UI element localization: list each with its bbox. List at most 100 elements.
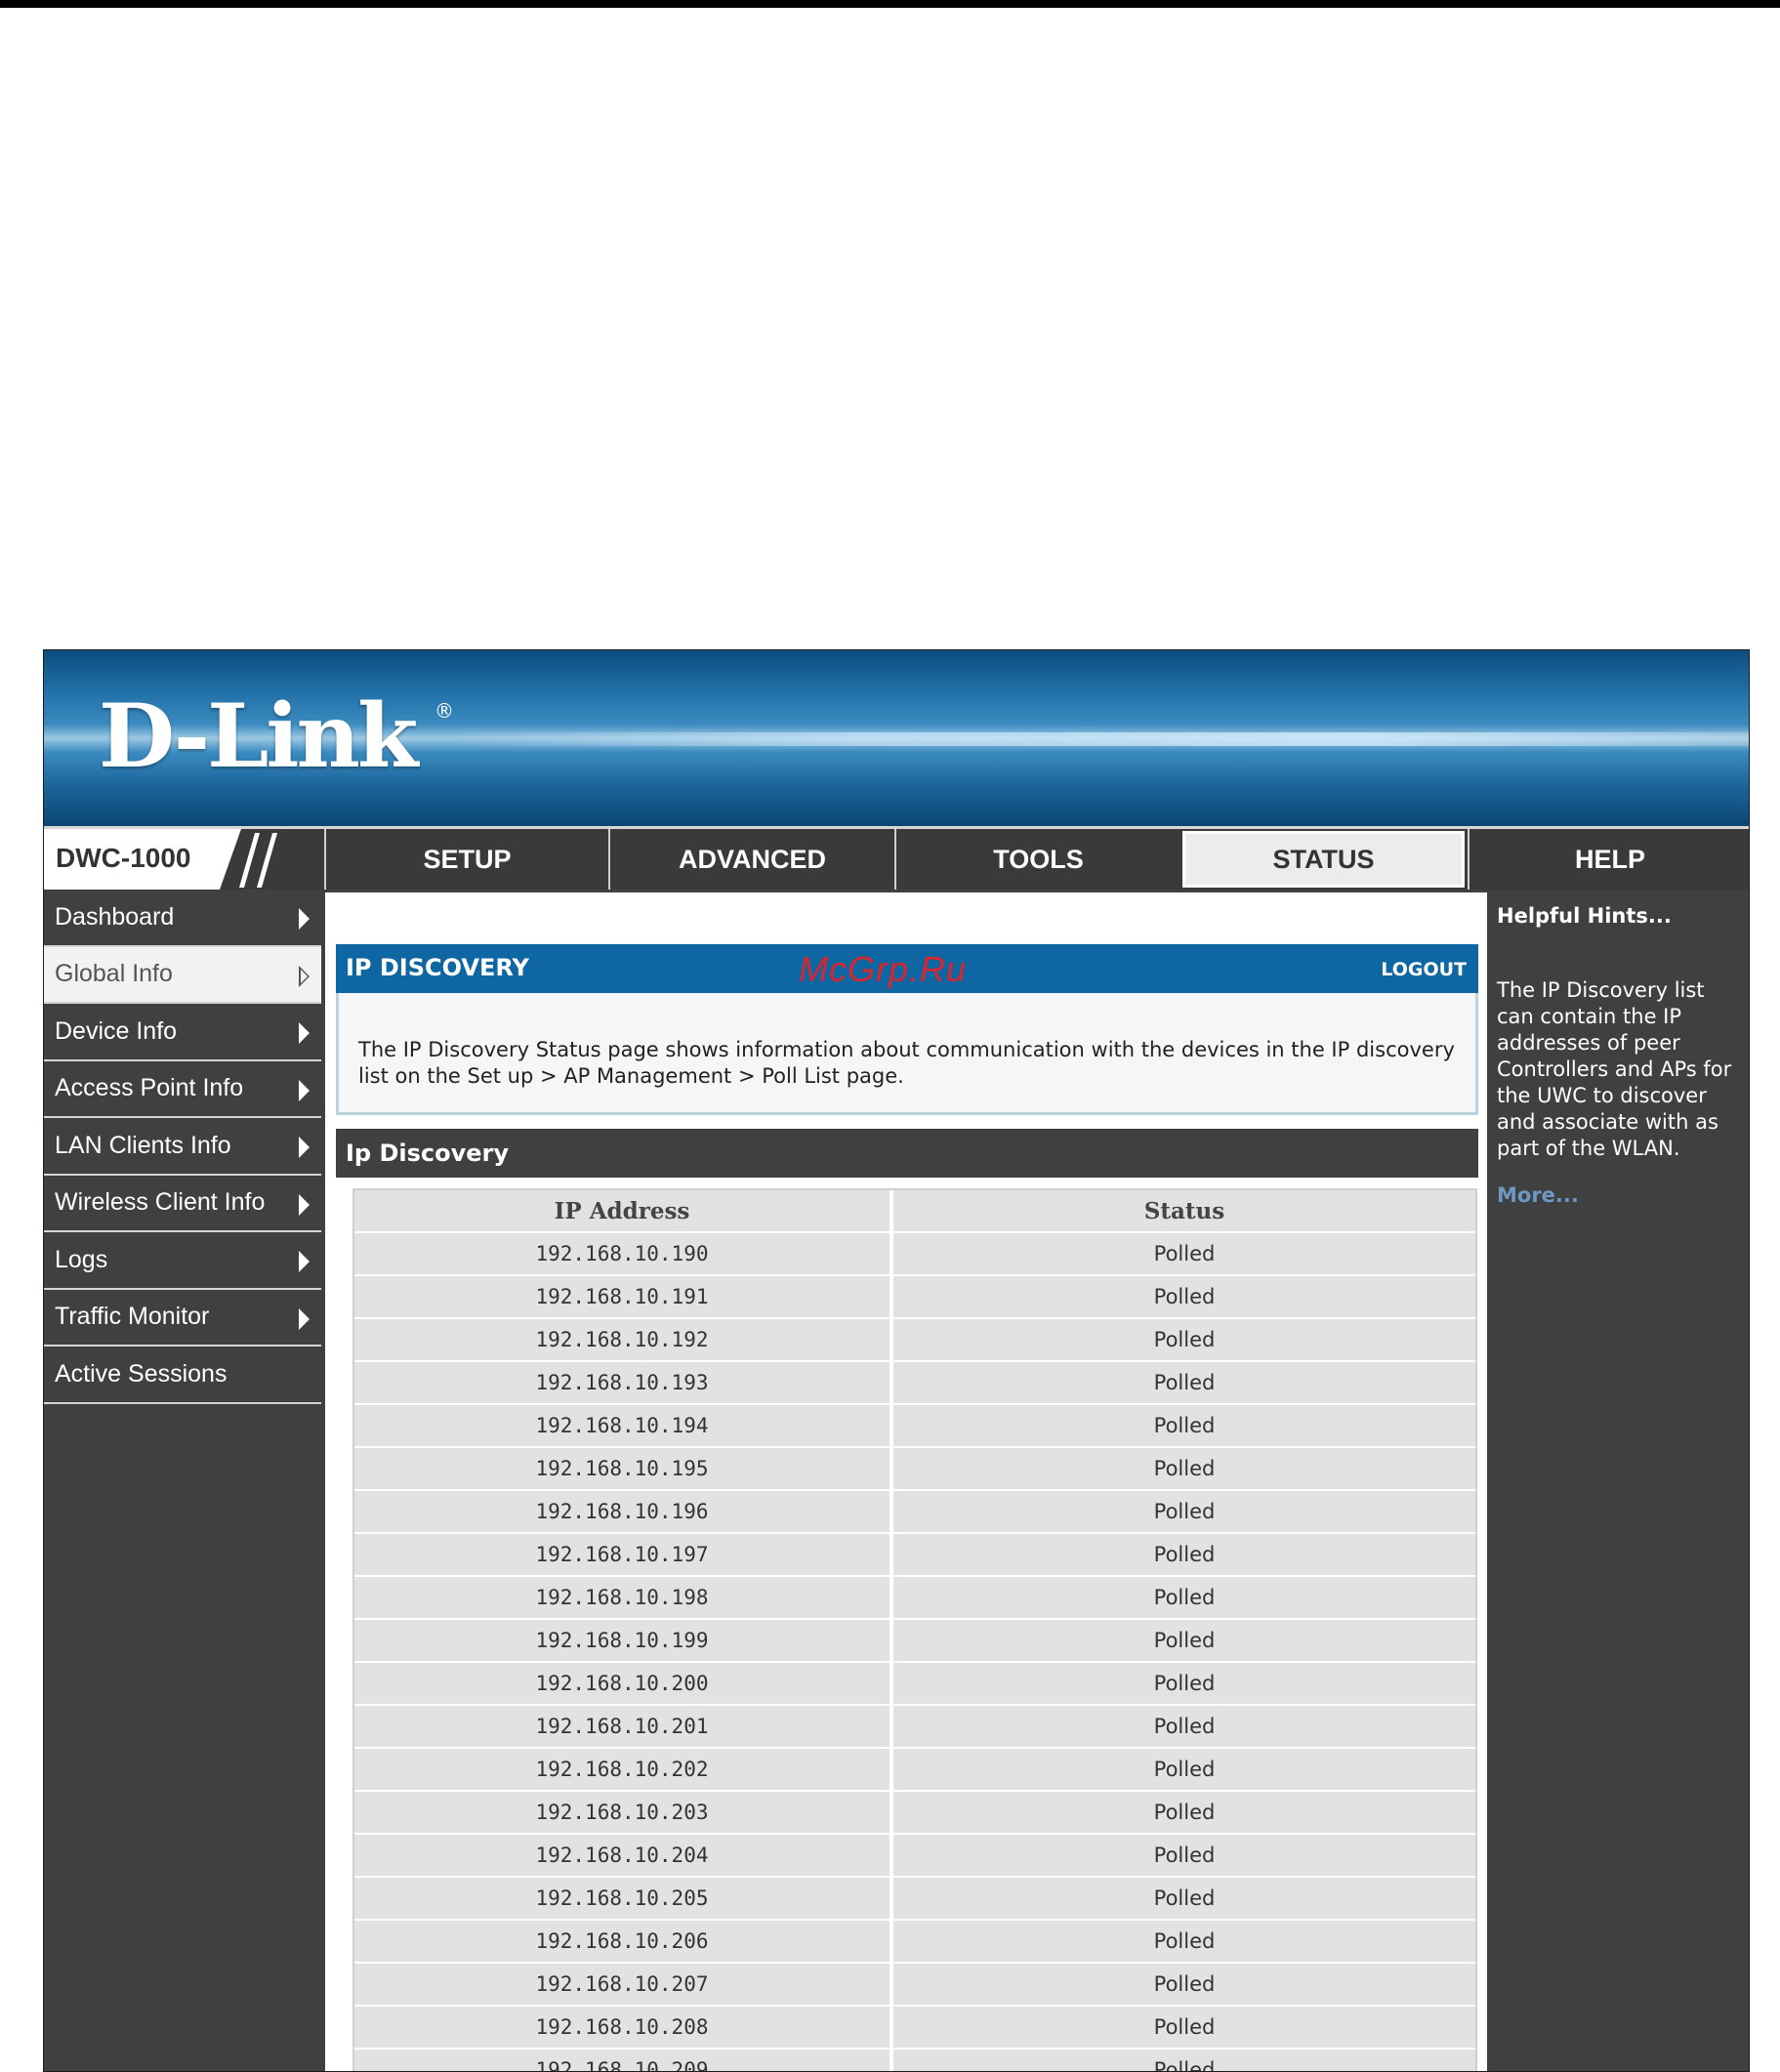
ip-address-cell: 192.168.10.198 [354,1577,893,1618]
sidebar-item-traffic-monitor[interactable]: Traffic Monitor [44,1289,321,1347]
ip-address-cell: 192.168.10.196 [354,1491,893,1532]
status-cell: Polled [893,1319,1475,1360]
tab-tools[interactable]: TOOLS [894,829,1180,890]
table-row: 192.168.10.194 Polled [354,1405,1475,1448]
sidebar-item-dashboard[interactable]: Dashboard [44,890,321,947]
table-row: 192.168.10.196 Polled [354,1491,1475,1534]
table-row: 192.168.10.190 Polled [354,1233,1475,1276]
table-row: 192.168.10.198 Polled [354,1577,1475,1620]
ip-address-cell: 192.168.10.193 [354,1362,893,1403]
ip-address-cell: 192.168.10.205 [354,1878,893,1919]
help-body: The IP Discovery list can contain the IP… [1497,978,1732,1160]
table-row: 192.168.10.195 Polled [354,1448,1475,1491]
status-cell: Polled [893,1362,1475,1403]
status-cell: Polled [893,1405,1475,1446]
watermark: McGrp.Ru [799,949,968,989]
ip-address-cell: 192.168.10.192 [354,1319,893,1360]
ip-address-cell: 192.168.10.194 [354,1405,893,1446]
status-cell: Polled [893,1835,1475,1876]
column-header-ip-address: IP Address [354,1190,893,1231]
arrow-right-icon [299,908,310,930]
sidebar-item-access-point-info[interactable]: Access Point Info [44,1060,321,1118]
status-cell: Polled [893,1491,1475,1532]
tab-help[interactable]: HELP [1468,829,1749,890]
sidebar-item-label: Logs [55,1245,108,1273]
table-row: 192.168.10.204 Polled [354,1835,1475,1878]
ip-address-cell: 192.168.10.208 [354,2007,893,2048]
table-row: 192.168.10.209 Polled [354,2050,1475,2071]
dlink-logo: D-Link [99,684,418,788]
ip-address-cell: 192.168.10.202 [354,1749,893,1790]
status-cell: Polled [893,1663,1475,1704]
status-cell: Polled [893,1706,1475,1747]
logout-link[interactable]: LOGOUT [1381,959,1467,980]
sidebar-item-label: Active Sessions [55,1359,228,1388]
ip-address-cell: 192.168.10.200 [354,1663,893,1704]
slash-decoration [220,829,327,890]
status-cell: Polled [893,1448,1475,1489]
column-header-status: Status [893,1190,1475,1231]
sidebar-item-wireless-client-info[interactable]: Wireless Client Info [44,1175,321,1232]
section-title: Ip Discovery [346,1140,510,1167]
table-row: 192.168.10.202 Polled [354,1749,1475,1792]
sidebar-item-label: Wireless Client Info [55,1188,266,1217]
sidebar-item-global-info[interactable]: Global Info [44,946,321,1004]
status-cell: Polled [893,1534,1475,1575]
table-row: 192.168.10.197 Polled [354,1534,1475,1577]
arrow-right-icon [299,1251,310,1272]
table-row: 192.168.10.205 Polled [354,1878,1475,1921]
ip-address-cell: 192.168.10.209 [354,2050,893,2071]
tab-setup[interactable]: SETUP [324,829,608,890]
sidebar: Dashboard Global Info Device Info Access… [44,890,321,1404]
sidebar-item-label: LAN Clients Info [55,1131,231,1159]
tab-status[interactable]: STATUS [1182,831,1465,888]
ip-address-cell: 192.168.10.199 [354,1620,893,1661]
ip-address-cell: 192.168.10.204 [354,1835,893,1876]
top-border [0,0,1780,8]
arrow-right-icon [299,1079,310,1101]
table-row: 192.168.10.201 Polled [354,1706,1475,1749]
arrow-right-icon [299,1022,310,1044]
top-nav: DWC-1000 SETUP ADVANCED TOOLS STATUS HEL… [44,826,1749,890]
sidebar-item-device-info[interactable]: Device Info [44,1004,321,1061]
table-row: 192.168.10.191 Polled [354,1276,1475,1319]
help-title: Helpful Hints... [1497,904,1672,928]
status-cell: Polled [893,1921,1475,1962]
ip-address-cell: 192.168.10.201 [354,1706,893,1747]
status-cell: Polled [893,1233,1475,1274]
table-row: 192.168.10.192 Polled [354,1319,1475,1362]
section-header: Ip Discovery [336,1129,1478,1178]
table-row: 192.168.10.203 Polled [354,1792,1475,1835]
tab-advanced[interactable]: ADVANCED [608,829,894,890]
ip-address-cell: 192.168.10.190 [354,1233,893,1274]
table-header-row: IP Address Status [354,1190,1475,1233]
status-cell: Polled [893,1577,1475,1618]
sidebar-item-label: Dashboard [55,902,175,931]
status-cell: Polled [893,1749,1475,1790]
model-name: DWC-1000 [56,843,191,873]
more-link[interactable]: More... [1497,1183,1579,1207]
status-cell: Polled [893,1792,1475,1833]
sidebar-item-active-sessions[interactable]: Active Sessions [44,1347,321,1404]
table-row: 192.168.10.193 Polled [354,1362,1475,1405]
router-admin-window: D-Link ® DWC-1000 SETUP ADVANCED TOOLS S… [43,649,1750,2072]
registered-mark: ® [435,699,454,723]
table-row: 192.168.10.207 Polled [354,1964,1475,2007]
status-cell: Polled [893,1276,1475,1317]
status-cell: Polled [893,2007,1475,2048]
sidebar-item-label: Device Info [55,1016,178,1045]
status-cell: Polled [893,1878,1475,1919]
sidebar-item-logs[interactable]: Logs [44,1232,321,1290]
arrow-right-icon [299,1307,310,1330]
ip-address-cell: 192.168.10.195 [354,1448,893,1489]
sidebar-item-label: Global Info [55,960,173,988]
arrow-right-icon [299,1137,310,1158]
ip-address-cell: 192.168.10.203 [354,1792,893,1833]
ip-address-cell: 192.168.10.191 [354,1276,893,1317]
ip-address-cell: 192.168.10.197 [354,1534,893,1575]
sidebar-item-lan-clients-info[interactable]: LAN Clients Info [44,1118,321,1176]
status-cell: Polled [893,2050,1475,2071]
ip-address-cell: 192.168.10.206 [354,1921,893,1962]
table-row: 192.168.10.200 Polled [354,1663,1475,1706]
ip-discovery-table: IP Address Status 192.168.10.190 Polled 19… [352,1188,1477,2071]
